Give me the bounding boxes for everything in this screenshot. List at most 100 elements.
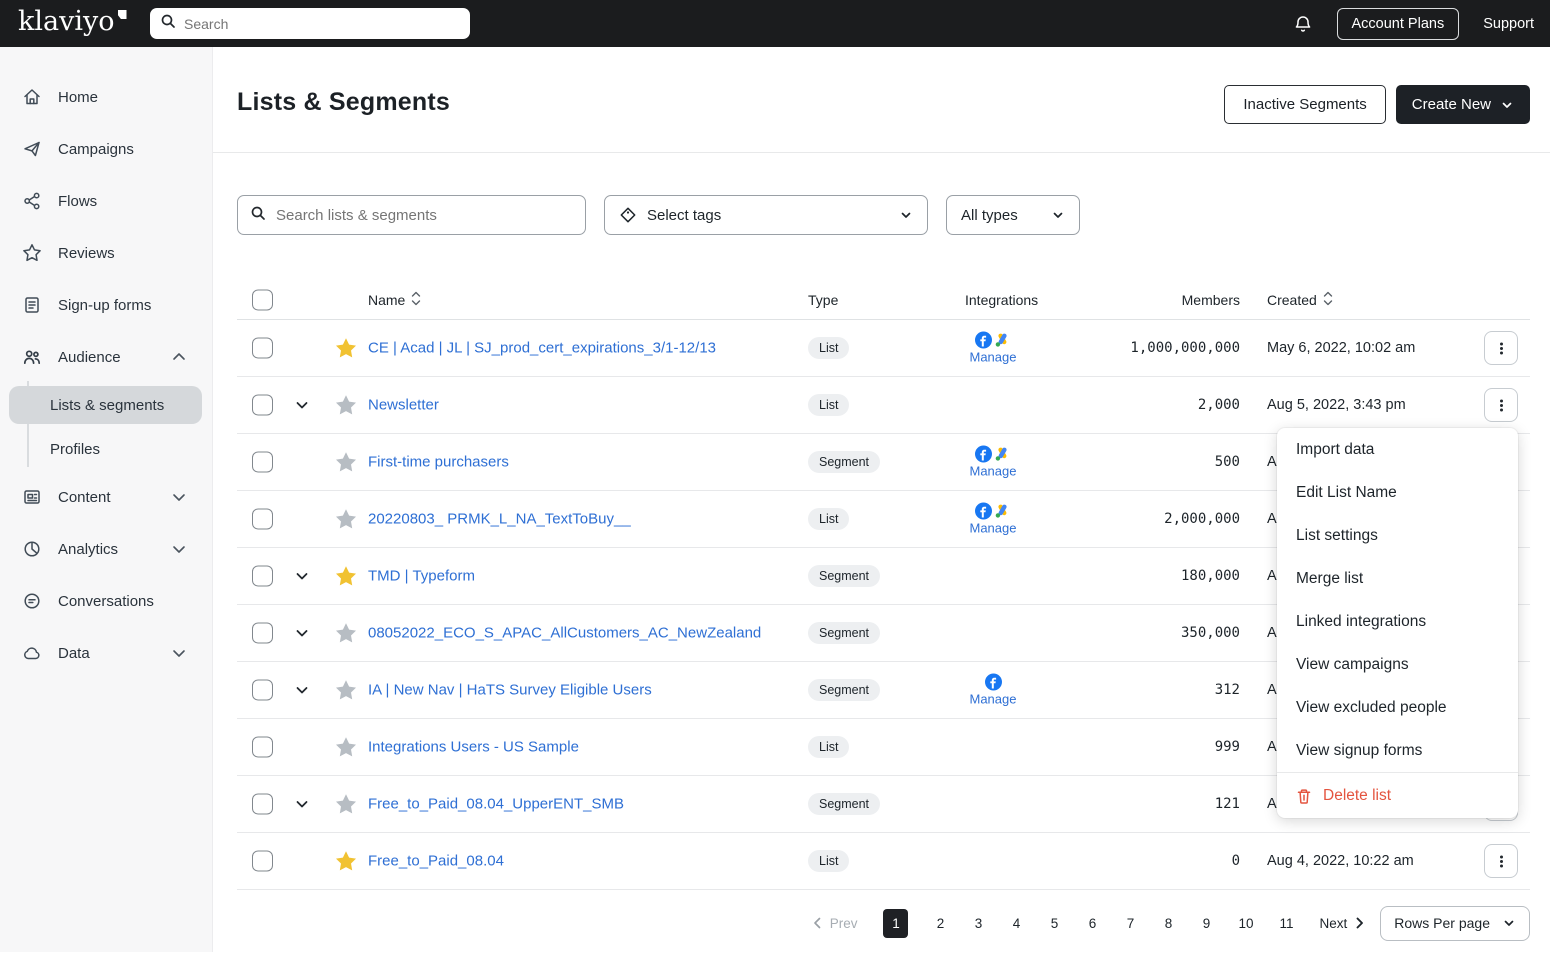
row-checkbox[interactable] [252, 338, 273, 359]
sidebar-item-sign-up-forms[interactable]: Sign-up forms [0, 279, 212, 331]
list-name-link[interactable]: CE | Acad | JL | SJ_prod_cert_expiration… [368, 340, 716, 357]
expand-row-chevron-icon[interactable] [294, 568, 310, 584]
list-search-input[interactable] [276, 207, 573, 224]
row-checkbox[interactable] [252, 794, 273, 815]
page-10[interactable]: 10 [1238, 916, 1253, 931]
star-icon[interactable] [335, 623, 357, 644]
star-icon[interactable] [335, 680, 357, 701]
sidebar-item-audience[interactable]: Audience [0, 331, 212, 383]
page-9[interactable]: 9 [1200, 916, 1212, 931]
menu-item-view-signup-forms[interactable]: View signup forms [1277, 729, 1518, 772]
notifications-bell-icon[interactable] [1293, 14, 1313, 34]
star-icon[interactable] [335, 452, 357, 473]
favorite-star-icon[interactable] [335, 566, 357, 587]
star-icon[interactable] [335, 737, 357, 758]
row-checkbox[interactable] [252, 395, 273, 416]
sidebar-subitem-label: Profiles [50, 441, 100, 458]
manage-integrations-link[interactable]: Manage [970, 350, 1017, 365]
page-1-current[interactable]: 1 [883, 909, 908, 938]
page-5[interactable]: 5 [1048, 916, 1060, 931]
row-checkbox[interactable] [252, 851, 273, 872]
sidebar-item-flows[interactable]: Flows [0, 175, 212, 227]
manage-integrations-link[interactable]: Manage [970, 521, 1017, 536]
select-all-checkbox[interactable] [252, 290, 273, 311]
support-link[interactable]: Support [1483, 16, 1534, 32]
sidebar-item-analytics[interactable]: Analytics [0, 523, 212, 575]
klaviyo-logo[interactable]: klaviyo [18, 7, 127, 37]
row-checkbox[interactable] [252, 623, 273, 644]
sidebar-item-profiles[interactable]: Profiles [0, 427, 212, 471]
rows-per-page-dropdown[interactable]: Rows Per page [1380, 906, 1530, 941]
menu-item-edit-list-name[interactable]: Edit List Name [1277, 471, 1518, 514]
table-row: NewsletterList2,000Aug 5, 2022, 3:43 pm [237, 377, 1530, 434]
page-6[interactable]: 6 [1086, 916, 1098, 931]
manage-integrations-link[interactable]: Manage [970, 464, 1017, 479]
column-header-created[interactable]: Created [1267, 291, 1333, 309]
menu-item-delete-list[interactable]: Delete list [1277, 772, 1518, 818]
page-3[interactable]: 3 [972, 916, 984, 931]
global-search-input[interactable] [184, 16, 460, 32]
chevron-down-icon [1051, 208, 1065, 222]
select-tags-dropdown[interactable]: Select tags [604, 195, 928, 235]
page-7[interactable]: 7 [1124, 916, 1136, 931]
next-page-button[interactable]: Next [1320, 916, 1367, 931]
all-types-dropdown[interactable]: All types [946, 195, 1080, 235]
app-root: klaviyo Account Plans Support HomeCampai… [0, 0, 1550, 952]
sidebar-item-campaigns[interactable]: Campaigns [0, 123, 212, 175]
expand-row-chevron-icon[interactable] [294, 625, 310, 641]
row-checkbox[interactable] [252, 680, 273, 701]
list-name-link[interactable]: 20220803_ PRMK_L_NA_TextToBuy__ [368, 511, 631, 528]
create-new-button[interactable]: Create New [1396, 85, 1530, 124]
account-plans-button[interactable]: Account Plans [1337, 8, 1460, 40]
favorite-star-icon[interactable] [335, 338, 357, 359]
page-4[interactable]: 4 [1010, 916, 1022, 931]
menu-item-view-excluded-people[interactable]: View excluded people [1277, 686, 1518, 729]
column-header-name[interactable]: Name [368, 291, 421, 309]
expand-row-chevron-icon[interactable] [294, 682, 310, 698]
inactive-segments-button[interactable]: Inactive Segments [1224, 85, 1385, 124]
page-2[interactable]: 2 [934, 916, 946, 931]
manage-integrations-link[interactable]: Manage [970, 692, 1017, 707]
page-8[interactable]: 8 [1162, 916, 1174, 931]
list-name-link[interactable]: Free_to_Paid_08.04 [368, 853, 504, 870]
page-11[interactable]: 11 [1280, 916, 1294, 931]
favorite-star-icon[interactable] [335, 851, 357, 872]
expand-row-chevron-icon[interactable] [294, 796, 310, 812]
sidebar-item-home[interactable]: Home [0, 71, 212, 123]
row-actions-kebab-button[interactable] [1484, 388, 1518, 422]
menu-item-list-settings[interactable]: List settings [1277, 514, 1518, 557]
sidebar-item-conversations[interactable]: Conversations [0, 575, 212, 627]
sidebar-item-reviews[interactable]: Reviews [0, 227, 212, 279]
star-icon[interactable] [335, 794, 357, 815]
list-name-link[interactable]: TMD | Typeform [368, 568, 475, 585]
prev-page-button[interactable]: Prev [811, 916, 858, 931]
menu-item-linked-integrations[interactable]: Linked integrations [1277, 600, 1518, 643]
sort-icon[interactable] [1323, 291, 1333, 309]
row-actions-kebab-button[interactable] [1484, 331, 1518, 365]
menu-item-import-data[interactable]: Import data [1277, 428, 1518, 471]
row-checkbox[interactable] [252, 566, 273, 587]
row-checkbox[interactable] [252, 509, 273, 530]
sort-icon[interactable] [411, 291, 421, 309]
list-name-link[interactable]: Free_to_Paid_08.04_UpperENT_SMB [368, 796, 624, 813]
list-name-link[interactable]: Integrations Users - US Sample [368, 739, 579, 756]
global-search[interactable] [150, 8, 470, 39]
list-name-link[interactable]: Newsletter [368, 397, 439, 414]
sidebar-item-content[interactable]: Content [0, 471, 212, 523]
row-checkbox[interactable] [252, 737, 273, 758]
created-date: A [1267, 796, 1277, 812]
sidebar-item-lists-segments[interactable]: Lists & segments [0, 383, 212, 427]
row-checkbox[interactable] [252, 452, 273, 473]
menu-item-merge-list[interactable]: Merge list [1277, 557, 1518, 600]
sidebar-item-data[interactable]: Data [0, 627, 212, 679]
star-icon[interactable] [335, 509, 357, 530]
list-name-link[interactable]: IA | New Nav | HaTS Survey Eligible User… [368, 682, 652, 699]
star-icon[interactable] [335, 395, 357, 416]
list-name-link[interactable]: 08052022_ECO_S_APAC_AllCustomers_AC_NewZ… [368, 625, 761, 642]
menu-item-view-campaigns[interactable]: View campaigns [1277, 643, 1518, 686]
topbar: klaviyo Account Plans Support [0, 0, 1550, 47]
list-search-field[interactable] [237, 195, 586, 235]
row-actions-kebab-button[interactable] [1484, 844, 1518, 878]
expand-row-chevron-icon[interactable] [294, 397, 310, 413]
list-name-link[interactable]: First-time purchasers [368, 454, 509, 471]
